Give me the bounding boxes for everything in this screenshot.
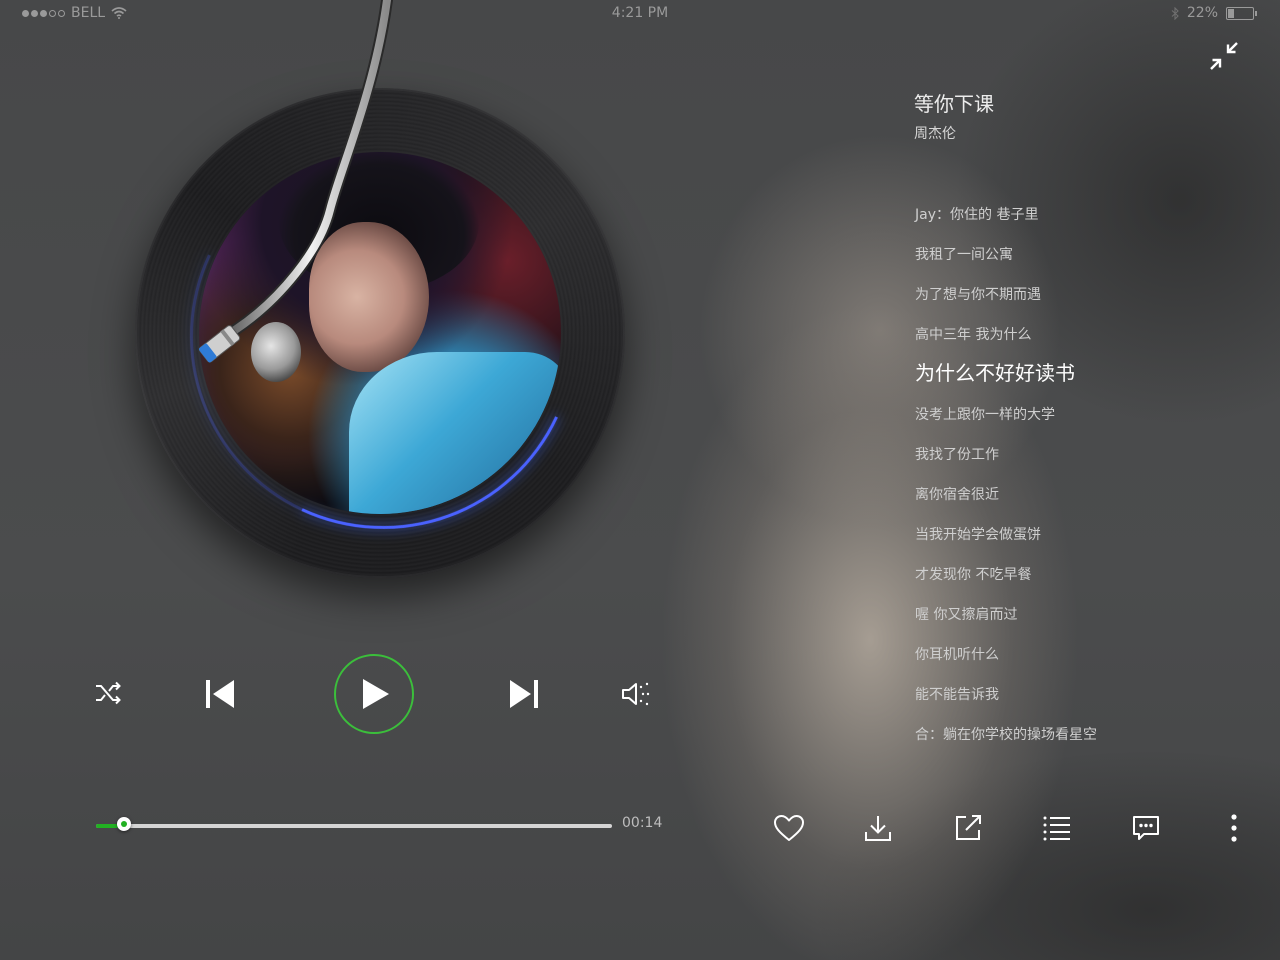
- more-button[interactable]: [1216, 810, 1252, 846]
- lyric-line: 为了想与你不期而遇: [915, 287, 1041, 303]
- lyric-line: 合：躺在你学校的操场看星空: [915, 727, 1097, 743]
- more-icon: [1231, 814, 1237, 842]
- lyric-line: 当我开始学会做蛋饼: [915, 527, 1041, 543]
- lyrics-list[interactable]: Jay：你住的 巷子里 我租了一间公寓 为了想与你不期而遇 高中三年 我为什么 …: [915, 205, 1097, 765]
- lyric-line: 能不能告诉我: [915, 687, 999, 703]
- volume-icon: [622, 682, 650, 706]
- collapse-arrows-icon: [1210, 42, 1238, 70]
- next-icon: [510, 680, 538, 708]
- shuffle-icon: [96, 681, 121, 705]
- battery-level: [1228, 8, 1234, 18]
- lyric-line: 离你宿舍很近: [915, 487, 999, 503]
- lyric-line: 没考上跟你一样的大学: [915, 407, 1055, 423]
- minimize-button[interactable]: [1208, 40, 1240, 72]
- tonearm: [198, 0, 393, 363]
- lyric-line: 你耳机听什么: [915, 647, 999, 663]
- battery-percent: 22%: [1186, 5, 1218, 21]
- artist-name: 周杰伦: [914, 126, 956, 142]
- progress-knob[interactable]: [116, 817, 131, 831]
- bluetooth-icon: [1171, 6, 1179, 20]
- song-title: 等你下课: [914, 92, 994, 116]
- share-button[interactable]: [950, 810, 986, 846]
- lyric-line: 高中三年 我为什么: [915, 327, 1032, 343]
- comment-icon: [1133, 816, 1159, 840]
- share-icon: [956, 815, 981, 840]
- status-right: 22%: [1171, 5, 1257, 21]
- play-icon: [363, 679, 389, 709]
- previous-icon: [206, 680, 234, 708]
- shuffle-button[interactable]: [92, 677, 124, 709]
- next-button[interactable]: [506, 675, 544, 713]
- battery-icon: [1226, 6, 1257, 20]
- lyric-line: 喔 你又擦肩而过: [915, 607, 1018, 623]
- favorite-button[interactable]: [771, 810, 807, 846]
- progress-bar[interactable]: [96, 817, 612, 831]
- download-button[interactable]: [860, 810, 896, 846]
- heart-icon: [774, 815, 804, 841]
- lyric-line: 才发现你 不吃早餐: [915, 567, 1032, 583]
- lyric-line: Jay：你住的 巷子里: [915, 207, 1039, 223]
- playlist-button[interactable]: [1039, 810, 1075, 846]
- lyric-line-current: 为什么不好好读书: [915, 361, 1075, 385]
- volume-button[interactable]: [618, 677, 652, 711]
- lyric-line: 我租了一间公寓: [915, 247, 1013, 263]
- play-button[interactable]: [334, 654, 414, 734]
- download-icon: [865, 816, 891, 841]
- playlist-icon: [1043, 816, 1070, 841]
- previous-button[interactable]: [200, 675, 238, 713]
- comment-button[interactable]: [1128, 810, 1164, 846]
- lyric-line: 我找了份工作: [915, 447, 999, 463]
- elapsed-time: 00:14: [622, 815, 663, 831]
